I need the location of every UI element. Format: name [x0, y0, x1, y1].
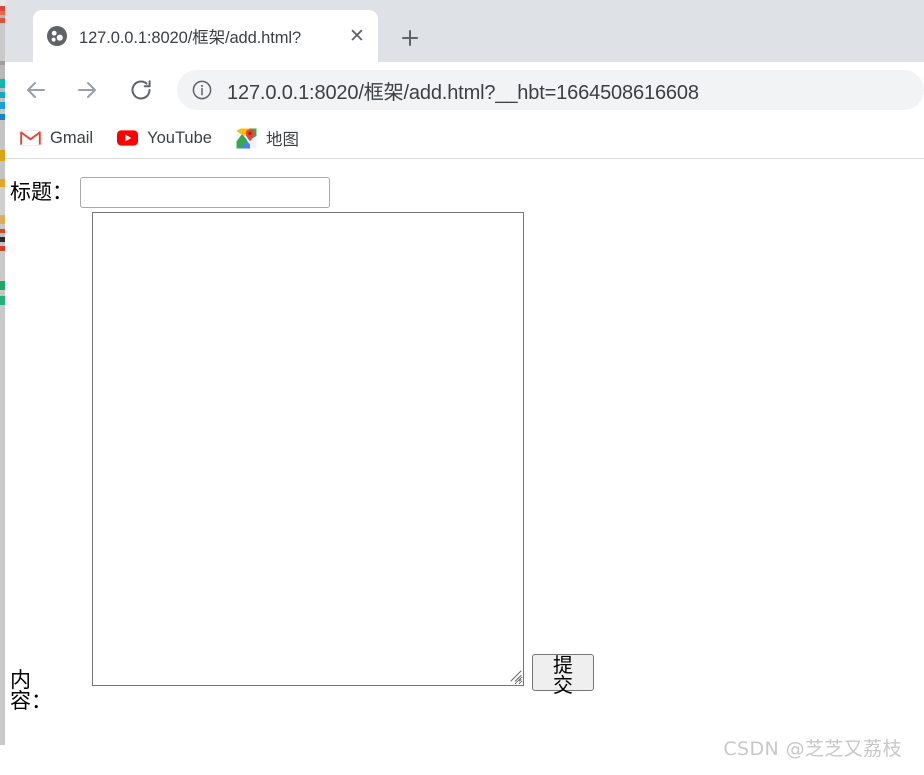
bookmarks-bar: Gmail YouTube 地图 [5, 118, 924, 159]
info-circle-icon[interactable] [191, 79, 213, 101]
edge-strip-segment [0, 296, 5, 305]
title-field-row: 标题： [10, 177, 330, 208]
address-bar-url: 127.0.0.1:8020/框架/add.html?__hbt=1664508… [227, 81, 699, 104]
forward-button[interactable] [67, 70, 107, 110]
adjacent-window-edge-strip [0, 0, 5, 775]
reload-icon [131, 80, 151, 100]
back-arrow-icon [27, 82, 45, 98]
plus-icon [402, 30, 418, 46]
submit-button[interactable]: 提交 [532, 654, 594, 695]
page-content: 标题： 内容： 提交 CSDN @芝芝又荔枝 [5, 160, 924, 775]
edge-strip-segment [0, 79, 5, 88]
edge-strip-segment [0, 215, 5, 224]
edge-strip-segment [0, 251, 5, 281]
edge-strip-segment [0, 281, 5, 290]
bookmark-youtube[interactable]: YouTube [108, 123, 221, 153]
gmail-icon [20, 128, 41, 149]
reload-button[interactable] [121, 70, 161, 110]
address-bar[interactable]: 127.0.0.1:8020/框架/add.html?__hbt=1664508… [177, 70, 924, 110]
bookmark-label: 地图 [265, 131, 299, 149]
browser-tab-active[interactable]: 127.0.0.1:8020/框架/add.html? ✕ [33, 10, 378, 62]
bookmark-maps[interactable]: 地图 [227, 123, 308, 153]
forward-arrow-icon [78, 82, 96, 98]
content-textarea[interactable] [92, 212, 524, 686]
bookmark-label: Gmail [50, 128, 94, 147]
edge-strip-segment [0, 65, 5, 79]
new-tab-button[interactable] [390, 20, 430, 56]
tab-title: 127.0.0.1:8020/框架/add.html? [79, 29, 302, 47]
watermark: CSDN @芝芝又荔枝 [723, 738, 902, 760]
browser-chrome: 127.0.0.1:8020/框架/add.html? ✕ 127.0.0.1:… [5, 0, 924, 160]
back-button[interactable] [16, 70, 56, 110]
title-input[interactable] [80, 177, 330, 208]
title-field-label: 标题： [10, 180, 73, 204]
edge-strip-segment [0, 120, 5, 150]
youtube-icon [117, 128, 139, 149]
tab-strip: 127.0.0.1:8020/框架/add.html? ✕ [5, 0, 924, 62]
content-field-label: 内容： [10, 668, 52, 713]
edge-strip-segment [0, 187, 5, 215]
edge-strip-segment [0, 23, 5, 61]
navigation-toolbar: 127.0.0.1:8020/框架/add.html?__hbt=1664508… [5, 62, 924, 118]
edge-strip-segment [0, 179, 5, 187]
screen: 127.0.0.1:8020/框架/add.html? ✕ 127.0.0.1:… [0, 0, 924, 775]
google-maps-icon [236, 128, 257, 149]
edge-strip-segment [0, 150, 5, 161]
globe-icon [47, 26, 67, 46]
edge-strip-segment [0, 102, 5, 109]
bookmark-label: YouTube [147, 128, 212, 147]
close-icon[interactable]: ✕ [344, 23, 370, 49]
edge-strip-segment [0, 161, 5, 179]
bookmark-gmail[interactable]: Gmail [11, 123, 102, 153]
edge-strip-segment [0, 305, 5, 745]
